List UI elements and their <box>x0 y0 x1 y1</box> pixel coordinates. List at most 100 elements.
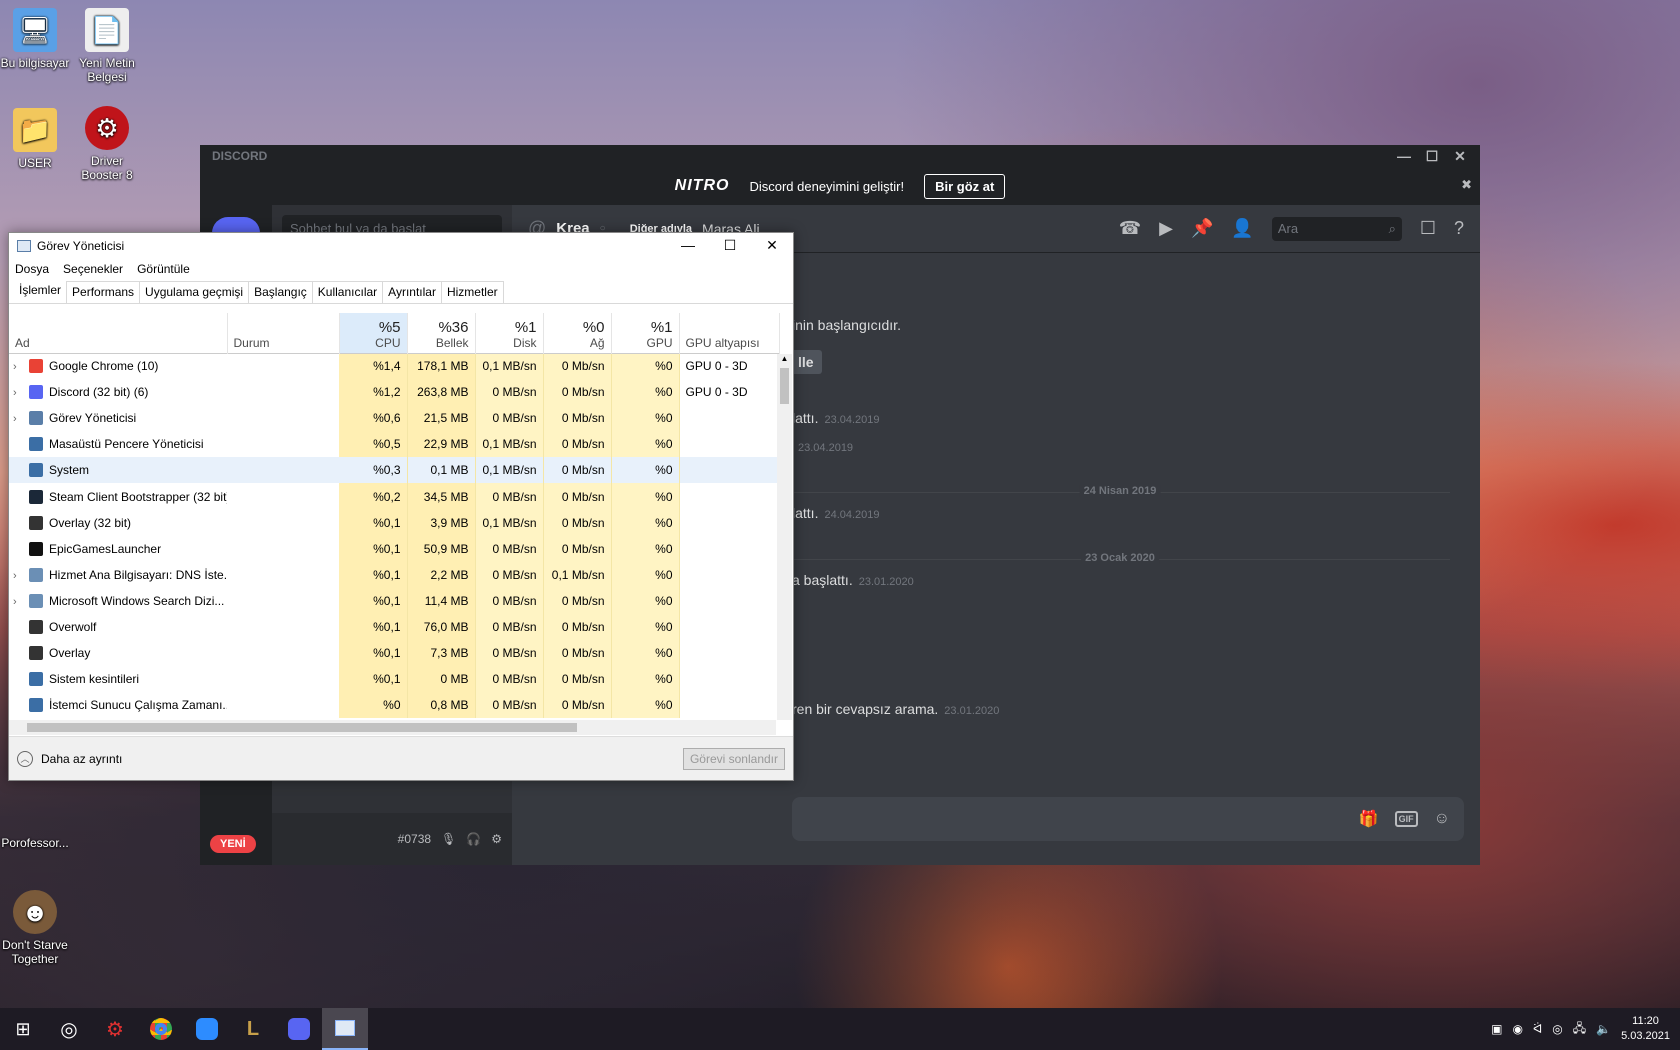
tab-app-history[interactable]: Uygulama geçmişi <box>139 281 250 303</box>
process-name: Overwolf <box>49 619 97 634</box>
tab-performance[interactable]: Performans <box>66 281 141 303</box>
process-name-cell: › Microsoft Windows Search Dizi... <box>9 588 227 614</box>
table-row[interactable]: System %0,3 0,1 MB 0,1 MB/sn 0 Mb/sn %0 <box>9 457 779 484</box>
chevron-right-icon[interactable]: › <box>13 596 29 608</box>
desktop-icon-label: Porofessor... <box>1 836 69 850</box>
table-row[interactable]: › Hizmet Ana Bilgisayarı: DNS İste... %0,1… <box>9 561 779 588</box>
menu-file[interactable]: Dosya <box>15 262 49 276</box>
mic-icon[interactable]: 🎙 <box>441 832 456 846</box>
column-cpu[interactable]: %5 CPU <box>339 313 408 353</box>
steam-icon[interactable]: ◎ <box>46 1008 92 1050</box>
desktop-icon-text-file[interactable]: 📄 Yeni Metin Belgesi <box>72 8 142 84</box>
table-row[interactable]: Overwolf %0,1 76,0 MB 0 MB/sn 0 Mb/sn %0 <box>9 613 779 641</box>
inbox-icon[interactable]: ☐ <box>1420 218 1436 239</box>
close-banner-icon[interactable]: ✖ <box>1461 177 1472 193</box>
settings-gear-icon[interactable]: ⚙ <box>491 832 502 846</box>
table-row[interactable]: › Microsoft Windows Search Dizi... %0,1 11,… <box>9 587 779 614</box>
desktop-icon-this-pc[interactable]: 🖥 Bu bilgisayar <box>0 8 70 70</box>
chevron-right-icon[interactable]: › <box>13 413 29 425</box>
chevron-up-icon[interactable]: ︿ <box>17 750 33 767</box>
message-composer[interactable]: 🎁 GIF ☺ <box>792 797 1464 841</box>
tab-details[interactable]: Ayrıntılar <box>382 281 442 303</box>
discord-tray-icon[interactable]: ◉ <box>1513 1022 1523 1036</box>
horizontal-scrollbar[interactable] <box>9 720 776 735</box>
table-row[interactable]: › Discord (32 bit) (6) %1,2 263,8 MB 0 MB/sn… <box>9 379 779 406</box>
start-button[interactable]: ⊞ <box>0 1008 46 1050</box>
disk-cell: 0,1 MB/sn <box>475 457 544 484</box>
table-row[interactable]: › Görev Yöneticisi %0,6 21,5 MB 0 MB/sn 0 Mb/… <box>9 405 779 432</box>
steam-tray-icon[interactable]: ◎ <box>1552 1022 1562 1036</box>
chat-search-input[interactable]: Ara ⌕ <box>1271 216 1402 241</box>
headset-icon[interactable]: 🎧 <box>466 832 481 846</box>
tab-startup[interactable]: Başlangıç <box>248 281 313 303</box>
column-disk[interactable]: %1 Disk <box>475 313 544 353</box>
gif-button[interactable]: GIF <box>1394 811 1418 827</box>
clock[interactable]: 11:20 5.03.2021 <box>1621 1014 1670 1044</box>
emoji-icon[interactable]: ☺ <box>1434 810 1450 828</box>
network-icon[interactable]: 🖧 <box>1573 1019 1586 1040</box>
league-icon[interactable]: L <box>230 1008 276 1050</box>
table-row[interactable]: İstemci Sunucu Çalışma Zamanı... %0 0,8 MB… <box>9 692 779 719</box>
cpu-cell: %0,2 <box>339 483 408 510</box>
video-icon[interactable]: ▶ <box>1159 218 1173 239</box>
table-row[interactable]: EpicGamesLauncher %0,1 50,9 MB 0 MB/sn 0 Mb/… <box>9 535 779 562</box>
mem-cell: 178,1 MB <box>407 353 476 380</box>
chrome-icon[interactable] <box>138 1008 184 1050</box>
table-row[interactable]: Sistem kesintileri %0,1 0 MB 0 MB/sn 0 Mb/sn… <box>9 666 779 693</box>
minimize-button[interactable]: — <box>667 237 709 254</box>
discord-app-title: DISCORD <box>212 149 268 163</box>
help-icon[interactable]: ? <box>1454 218 1464 239</box>
desktop-icon-user[interactable]: 📁 USER <box>0 108 70 170</box>
status-cell <box>227 483 339 509</box>
chevron-right-icon[interactable]: › <box>13 387 29 399</box>
add-friend-icon[interactable]: 👤 <box>1231 218 1253 239</box>
column-gpu-engine[interactable]: GPU altyapısı <box>679 313 780 353</box>
cpu-cell: %0,1 <box>339 640 408 667</box>
desktop-icon-dont-starve[interactable]: ☻ Don't Starve Together <box>0 890 70 966</box>
pin-icon[interactable]: 📌 <box>1191 218 1213 239</box>
driver-booster-icon[interactable]: ⚙ <box>92 1008 138 1050</box>
end-task-button[interactable]: Görevi sonlandır <box>682 747 785 770</box>
maximize-button[interactable]: ☐ <box>1418 148 1446 165</box>
column-name[interactable]: Ad <box>9 313 228 353</box>
nitro-button[interactable]: Bir göz at <box>924 173 1006 199</box>
overwolf-tray-icon[interactable]: ᐛ <box>1533 1022 1542 1036</box>
status-cell <box>227 640 339 666</box>
column-status[interactable]: Durum <box>227 313 340 353</box>
table-row[interactable]: › Google Chrome (10) %1,4 178,1 MB 0,1 MB/sn… <box>9 353 779 380</box>
chat-button[interactable]: lle <box>790 350 822 374</box>
gift-icon[interactable]: 🎁 <box>1359 809 1379 829</box>
tab-processes[interactable]: İşlemler <box>13 279 68 303</box>
vertical-scrollbar[interactable]: ▲ <box>777 354 792 720</box>
zoom-icon[interactable] <box>184 1008 230 1050</box>
net-cell: 0 Mb/sn <box>543 509 612 536</box>
status-cell <box>227 692 339 718</box>
column-memory[interactable]: %36 Bellek <box>407 313 476 353</box>
desktop-icon-driver-booster[interactable]: ⚙ Driver Booster 8 <box>72 106 142 182</box>
chevron-right-icon[interactable]: › <box>13 570 29 582</box>
close-button[interactable]: ✕ <box>751 237 793 254</box>
tab-users[interactable]: Kullanıcılar <box>311 281 384 303</box>
chevron-right-icon[interactable]: › <box>13 361 29 373</box>
volume-icon[interactable]: 🔈 <box>1596 1022 1611 1036</box>
column-gpu[interactable]: %1 GPU <box>611 313 680 353</box>
task-manager-taskbar-icon[interactable] <box>322 1008 368 1050</box>
table-row[interactable]: Overlay %0,1 7,3 MB 0 MB/sn 0 Mb/sn %0 <box>9 640 779 667</box>
minimize-button[interactable]: — <box>1390 148 1418 164</box>
table-row[interactable]: Masaüstü Pencere Yöneticisi %0,5 22,9 MB 0,… <box>9 431 779 458</box>
fewer-details-link[interactable]: Daha az ayrıntı <box>41 752 122 766</box>
desktop-icon-porofessor[interactable]: Porofessor... <box>0 836 70 850</box>
process-icon <box>29 541 43 556</box>
menu-options[interactable]: Seçenekler <box>63 262 123 276</box>
table-row[interactable]: Overlay (32 bit) %0,1 3,9 MB 0,1 MB/sn 0 Mb/… <box>9 509 779 536</box>
call-icon[interactable]: ☎ <box>1119 218 1141 239</box>
user-panel: #0738 🎙 🎧 ⚙ <box>272 813 512 865</box>
column-network[interactable]: %0 Ağ <box>543 313 612 353</box>
menu-view[interactable]: Görüntüle <box>137 262 190 276</box>
tab-services[interactable]: Hizmetler <box>440 281 504 303</box>
discord-taskbar-icon[interactable] <box>276 1008 322 1050</box>
table-row[interactable]: Steam Client Bootstrapper (32 bit) %0,2 34… <box>9 483 779 510</box>
close-button[interactable]: ✕ <box>1446 148 1474 165</box>
epic-tray-icon[interactable]: ▣ <box>1491 1022 1502 1036</box>
maximize-button[interactable]: ☐ <box>709 237 751 254</box>
